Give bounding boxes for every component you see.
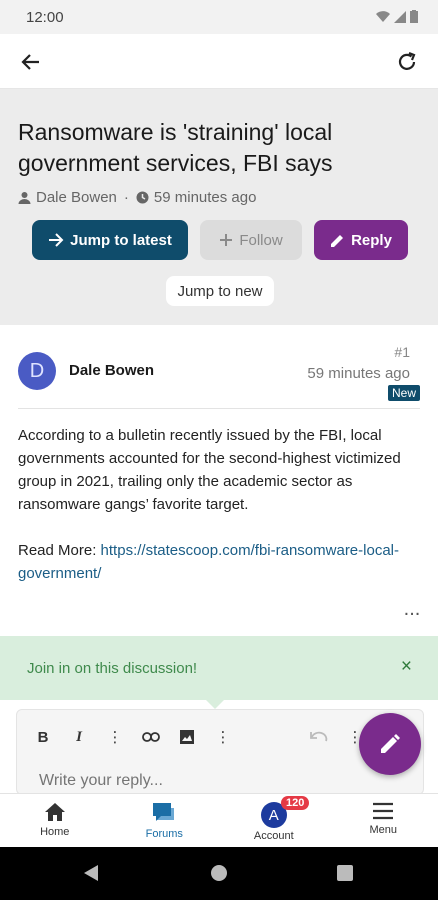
refresh-button[interactable]	[392, 47, 422, 77]
status-icons	[376, 10, 418, 23]
arrow-left-icon	[21, 54, 39, 70]
forums-icon	[153, 803, 175, 821]
italic-icon[interactable]: I	[61, 722, 97, 752]
image-icon[interactable]	[169, 722, 205, 752]
close-icon[interactable]: ×	[401, 656, 412, 678]
follow-button[interactable]: Follow	[200, 220, 302, 260]
post-number[interactable]: #1	[394, 344, 410, 360]
meta-separator: ·	[123, 189, 129, 206]
compose-reply-button[interactable]	[359, 713, 421, 775]
topic-title: Ransomware is 'straining' local governme…	[18, 119, 333, 176]
system-nav-bar	[0, 847, 438, 900]
menu-icon	[373, 802, 394, 820]
bold-icon[interactable]: B	[25, 722, 61, 752]
user-icon	[18, 192, 31, 204]
post-time: 59 minutes ago	[307, 365, 410, 382]
refresh-icon	[398, 51, 416, 70]
nav-menu[interactable]: Menu	[329, 794, 438, 848]
nav-home-label: Home	[40, 826, 70, 838]
topic-meta: Dale Bowen · 59 minutes ago	[18, 189, 256, 206]
status-time: 12:00	[26, 9, 64, 26]
recents-square-icon[interactable]	[337, 865, 353, 881]
nav-account[interactable]: A 120 Account	[219, 794, 329, 848]
wifi-icon	[376, 10, 390, 22]
arrow-right-icon	[49, 233, 64, 247]
bottom-nav: Home Forums A 120 Account Menu	[0, 793, 438, 848]
undo-icon[interactable]	[301, 722, 337, 752]
more-insert-icon[interactable]: ⋮	[205, 722, 241, 752]
back-triangle-icon[interactable]	[83, 864, 99, 882]
notification-badge: 120	[281, 796, 310, 810]
topic-header: Ransomware is 'straining' local governme…	[0, 89, 438, 325]
topic-time: 59 minutes ago	[153, 189, 257, 206]
nav-menu-label: Menu	[369, 824, 398, 836]
signal-icon	[394, 10, 406, 23]
jump-to-latest-button[interactable]: Jump to latest	[32, 220, 188, 260]
nav-home[interactable]: Home	[0, 794, 110, 848]
post-text: According to a bulletin recently issued …	[18, 427, 401, 513]
link-icon[interactable]	[133, 722, 169, 752]
pencil-icon	[331, 234, 344, 247]
follow-label: Follow	[239, 231, 283, 249]
more-options-icon[interactable]: ...	[398, 599, 426, 624]
banner-tail	[206, 700, 224, 709]
topic-actions: Jump to latest Follow Reply	[32, 220, 408, 260]
jump-to-latest-label: Jump to latest	[70, 231, 172, 249]
clock-icon	[136, 191, 149, 204]
jump-to-new-button[interactable]: Jump to new	[166, 276, 274, 306]
banner-text: Join in on this discussion!	[27, 660, 198, 677]
avatar[interactable]: D	[18, 352, 56, 390]
back-button[interactable]	[16, 47, 46, 77]
reply-label: Reply	[351, 231, 392, 249]
status-bar: 12:00	[0, 0, 438, 34]
battery-icon	[410, 10, 418, 23]
new-badge: New	[387, 385, 420, 401]
post-author[interactable]: Dale Bowen	[69, 362, 154, 379]
post-header: D Dale Bowen #1 59 minutes ago New	[18, 344, 420, 409]
read-more: Read More: https://statescoop.com/fbi-ra…	[18, 539, 422, 585]
topic-author[interactable]: Dale Bowen	[36, 189, 117, 206]
more-format-icon[interactable]: ⋮	[97, 722, 133, 752]
nav-forums[interactable]: Forums	[110, 794, 220, 848]
app-bar	[0, 34, 438, 89]
home-icon	[44, 803, 65, 821]
plus-icon	[220, 234, 233, 246]
reply-input[interactable]	[39, 772, 339, 790]
read-more-label: Read More:	[18, 542, 101, 559]
nav-forums-label: Forums	[145, 828, 183, 840]
nav-account-label: Account	[253, 830, 294, 842]
pencil-icon	[381, 734, 400, 753]
reply-button[interactable]: Reply	[314, 220, 408, 260]
home-circle-icon[interactable]	[210, 864, 228, 882]
post-body: According to a bulletin recently issued …	[18, 424, 422, 608]
join-discussion-banner: Join in on this discussion! ×	[0, 636, 438, 700]
